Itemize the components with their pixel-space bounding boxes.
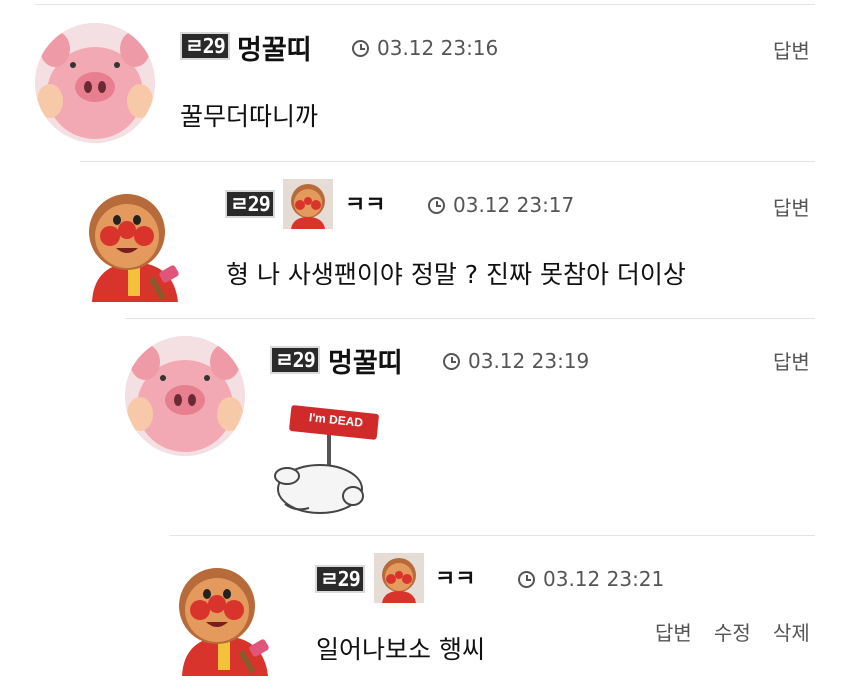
level-badge: ㄹ29 — [315, 565, 365, 593]
timestamp: 03.12 23:16 — [352, 36, 498, 60]
nickname[interactable]: 멍꿀띠 — [328, 341, 403, 380]
clock-icon — [352, 39, 369, 57]
timestamp: 03.12 23:19 — [443, 349, 589, 373]
nickname[interactable]: ㅋㅋ — [435, 561, 475, 593]
anpanman-avatar[interactable] — [82, 184, 187, 304]
im-dead-sticker: I'm DEAD — [265, 404, 380, 519]
comment-4: ㄹ29 ㅋㅋ 03.12 23:21 답변 수정 삭제 일어나보소 행씨 — [0, 536, 850, 691]
timestamp-text: 03.12 23:19 — [468, 349, 590, 373]
comment-body: 일어나보소 행씨 — [316, 635, 485, 664]
clock-icon — [518, 570, 535, 588]
timestamp-text: 03.12 23:21 — [543, 567, 665, 591]
reply-button[interactable]: 답변 — [655, 617, 692, 646]
timestamp-text: 03.12 23:17 — [453, 193, 575, 217]
pig-avatar[interactable] — [35, 23, 155, 143]
timestamp: 03.12 23:21 — [518, 567, 664, 591]
comment-1: ㄹ29 멍꿀띠 03.12 23:16 답변 꿀무더따니까 — [0, 0, 850, 160]
comment-body: 형 나 사생팬이야 정말 ? 진짜 못참아 더이상 — [226, 260, 686, 289]
clock-icon — [428, 196, 445, 214]
profile-thumbnail[interactable] — [283, 179, 333, 229]
comment-3: ㄹ29 멍꿀띠 03.12 23:19 답변 I'm DEAD — [0, 319, 850, 534]
nickname[interactable]: 멍꿀띠 — [237, 28, 312, 67]
level-badge: ㄹ29 — [225, 190, 275, 218]
timestamp: 03.12 23:17 — [428, 193, 574, 217]
reply-button[interactable]: 답변 — [773, 35, 810, 64]
delete-button[interactable]: 삭제 — [773, 617, 810, 646]
anpanman-avatar[interactable] — [172, 558, 277, 678]
nickname[interactable]: ㅋㅋ — [345, 187, 385, 219]
reply-button[interactable]: 답변 — [773, 192, 810, 221]
edit-button[interactable]: 수정 — [714, 617, 751, 646]
level-badge: ㄹ29 — [180, 32, 230, 60]
reply-button[interactable]: 답변 — [773, 346, 810, 375]
clock-icon — [443, 352, 460, 370]
comment-body: 꿀무더따니까 — [180, 102, 319, 131]
pig-avatar[interactable] — [125, 336, 245, 456]
timestamp-text: 03.12 23:16 — [377, 36, 499, 60]
comment-2: ㄹ29 ㅋㅋ 03.12 23:17 답변 형 나 사생팬이야 정말 ? 진짜 … — [0, 162, 850, 317]
level-badge: ㄹ29 — [270, 346, 320, 374]
profile-thumbnail[interactable] — [374, 553, 424, 603]
